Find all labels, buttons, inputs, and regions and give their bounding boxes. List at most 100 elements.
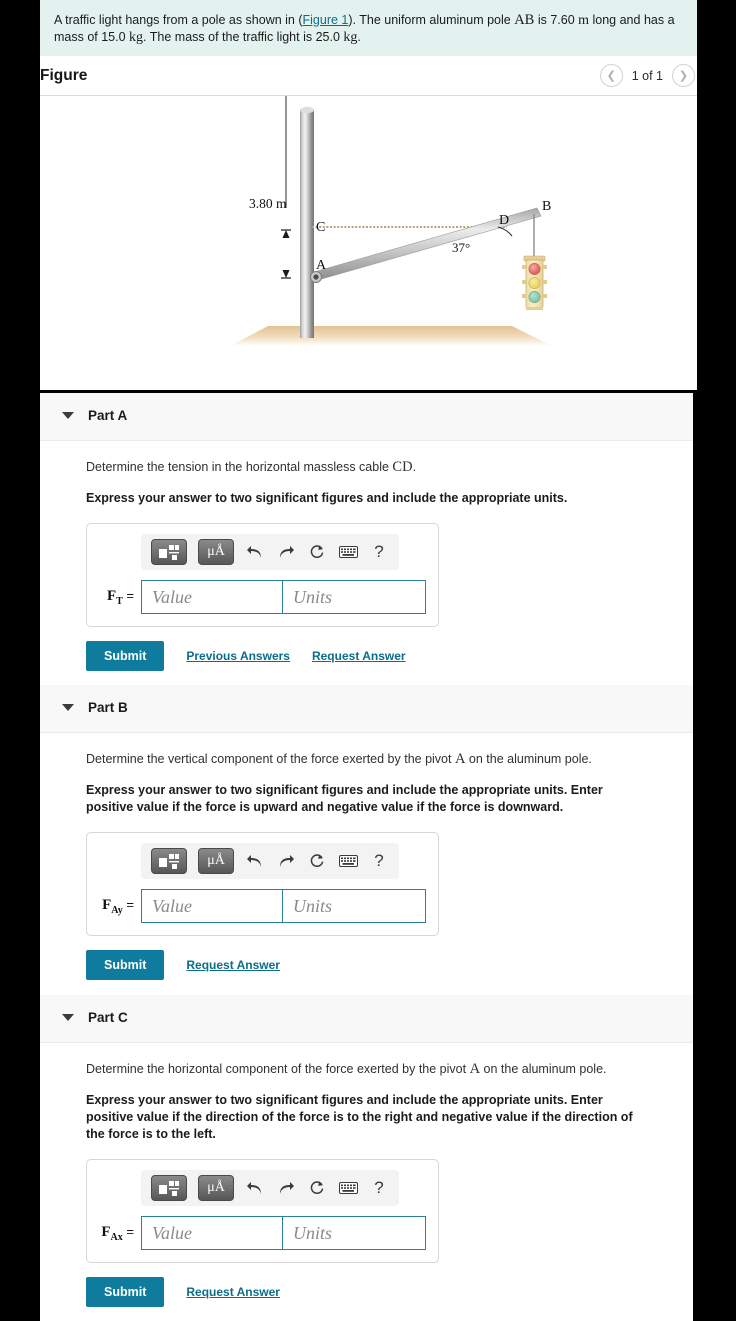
part-c-question-var: A xyxy=(469,1061,481,1077)
micro-angstrom-icon[interactable]: μÅ xyxy=(198,539,234,565)
figure-header: Figure ❮ 1 of 1 ❯ xyxy=(40,58,697,96)
part-c-field-label: FAx = xyxy=(99,1224,141,1243)
chevron-right-icon[interactable]: ❯ xyxy=(672,64,695,87)
part-b-question-end: on the aluminum pole. xyxy=(465,752,592,766)
figure-pager: ❮ 1 of 1 ❯ xyxy=(599,64,695,87)
redo-arrow-icon[interactable] xyxy=(276,539,296,565)
part-b-body: Determine the vertical component of the … xyxy=(40,733,693,996)
ground-plane xyxy=(230,326,552,346)
part-b-field-label: FAy = xyxy=(99,897,141,916)
undo-arrow-icon[interactable] xyxy=(245,1175,265,1201)
part-b-units-input[interactable]: Units xyxy=(283,889,426,923)
part-a-body: Determine the tension in the horizontal … xyxy=(40,441,693,687)
keyboard-icon[interactable] xyxy=(338,539,358,565)
micro-angstrom-icon[interactable]: μÅ xyxy=(198,1175,234,1201)
statement-text-f: . xyxy=(357,30,361,44)
label-a: A xyxy=(316,258,327,273)
part-a-question-var: CD xyxy=(392,459,413,475)
reset-circle-icon[interactable] xyxy=(307,539,327,565)
green-light xyxy=(528,291,541,303)
part-c-field-row: FAx = Value Units xyxy=(99,1216,426,1250)
micro-angstrom-text: μÅ xyxy=(207,1180,225,1195)
micro-angstrom-text: μÅ xyxy=(207,544,225,559)
caret-down-icon[interactable] xyxy=(62,412,74,419)
part-a-symbol: F xyxy=(106,587,117,604)
part-a-instruction: Express your answer to two significant f… xyxy=(86,491,568,505)
part-a-submit-row: Submit Previous Answers Request Answer xyxy=(86,641,647,671)
math-template-icon[interactable] xyxy=(151,539,187,565)
part-a-units-input[interactable]: Units xyxy=(283,580,426,614)
part-b-equals: = xyxy=(122,896,134,912)
chevron-left-icon[interactable]: ❮ xyxy=(599,64,623,87)
part-c-section: Part C Determine the horizontal componen… xyxy=(40,995,693,1321)
label-d: D xyxy=(499,213,509,228)
undo-arrow-icon[interactable] xyxy=(245,539,265,565)
part-a-question-text: Determine the tension in the horizontal … xyxy=(86,460,393,474)
part-a-question: Determine the tension in the horizontal … xyxy=(86,459,647,476)
figure-body: 37° 3.80 m C D B A xyxy=(40,96,697,389)
dimension-label: 3.80 m xyxy=(249,196,287,211)
vertical-pole xyxy=(300,110,314,338)
part-b-answer-box: μÅ ? FAy = Value Units xyxy=(86,832,439,936)
part-b-request-answer-link[interactable]: Request Answer xyxy=(186,958,280,972)
part-a-field-label: FT = xyxy=(99,588,141,607)
part-c-body: Determine the horizontal component of th… xyxy=(40,1043,693,1321)
red-light xyxy=(528,263,541,275)
caret-down-icon[interactable] xyxy=(62,1014,74,1021)
part-c-value-input[interactable]: Value xyxy=(141,1216,283,1250)
figure-title: Figure xyxy=(40,67,88,84)
pole-label-ab: AB xyxy=(514,12,535,28)
part-c-instruction: Express your answer to two significant f… xyxy=(86,1093,633,1141)
part-a-submit-button[interactable]: Submit xyxy=(86,641,165,671)
part-c-submit-button[interactable]: Submit xyxy=(86,1277,165,1307)
traffic-light-fixture xyxy=(522,255,547,310)
undo-arrow-icon[interactable] xyxy=(245,848,265,874)
part-b-symbol: F xyxy=(102,896,112,913)
part-c-answer-box: μÅ ? FAx = Value Units xyxy=(86,1159,439,1263)
visor-left-yellow xyxy=(522,280,526,284)
redo-arrow-icon[interactable] xyxy=(276,1175,296,1201)
label-b: B xyxy=(542,199,551,214)
help-question-icon[interactable]: ? xyxy=(369,1175,389,1201)
keyboard-icon[interactable] xyxy=(338,1175,358,1201)
label-c: C xyxy=(316,220,325,235)
statement-text-a: A traffic light hangs from a pole as sho… xyxy=(54,13,303,27)
part-c-header[interactable]: Part C xyxy=(40,995,693,1043)
help-question-icon[interactable]: ? xyxy=(369,848,389,874)
statement-text-c: is 7.60 xyxy=(534,13,579,27)
math-template-icon[interactable] xyxy=(151,848,187,874)
visor-left-green xyxy=(522,294,526,298)
part-a-value-input[interactable]: Value xyxy=(141,580,283,614)
part-b-value-input[interactable]: Value xyxy=(141,889,283,923)
reset-circle-icon[interactable] xyxy=(307,848,327,874)
part-b-label: Part B xyxy=(88,700,128,715)
figure-panel: Figure ❮ 1 of 1 ❯ 37° 3.80 m C D B A xyxy=(40,58,697,390)
reset-circle-icon[interactable] xyxy=(307,1175,327,1201)
redo-arrow-icon[interactable] xyxy=(276,848,296,874)
visor-right-red xyxy=(543,265,547,269)
part-a-header[interactable]: Part A xyxy=(40,393,693,441)
visor-right-yellow xyxy=(543,280,547,284)
keyboard-icon[interactable] xyxy=(338,848,358,874)
part-b-header[interactable]: Part B xyxy=(40,685,693,733)
micro-angstrom-icon[interactable]: μÅ xyxy=(198,848,234,874)
statement-text-e: . The mass of the traffic light is 25.0 xyxy=(143,30,344,44)
math-template-icon[interactable] xyxy=(151,1175,187,1201)
part-a-question-end: . xyxy=(412,460,417,474)
part-c-toolbar: μÅ ? xyxy=(141,1170,399,1206)
figure-1-link[interactable]: Figure 1 xyxy=(303,13,349,27)
part-c-equals: = xyxy=(122,1223,134,1239)
part-a-subscript: T xyxy=(116,595,123,607)
part-a-toolbar: μÅ ? xyxy=(141,534,399,570)
part-c-submit-row: Submit Request Answer xyxy=(86,1277,647,1307)
part-b-field-row: FAy = Value Units xyxy=(99,889,426,923)
part-b-submit-button[interactable]: Submit xyxy=(86,950,165,980)
part-c-request-answer-link[interactable]: Request Answer xyxy=(186,1285,280,1299)
part-c-label: Part C xyxy=(88,1010,128,1025)
help-question-icon[interactable]: ? xyxy=(369,539,389,565)
part-c-units-input[interactable]: Units xyxy=(283,1216,426,1250)
angle-label: 37° xyxy=(452,240,470,255)
caret-down-icon[interactable] xyxy=(62,704,74,711)
part-a-request-answer-link[interactable]: Request Answer xyxy=(312,649,406,663)
part-a-previous-answers-link[interactable]: Previous Answers xyxy=(186,649,290,663)
